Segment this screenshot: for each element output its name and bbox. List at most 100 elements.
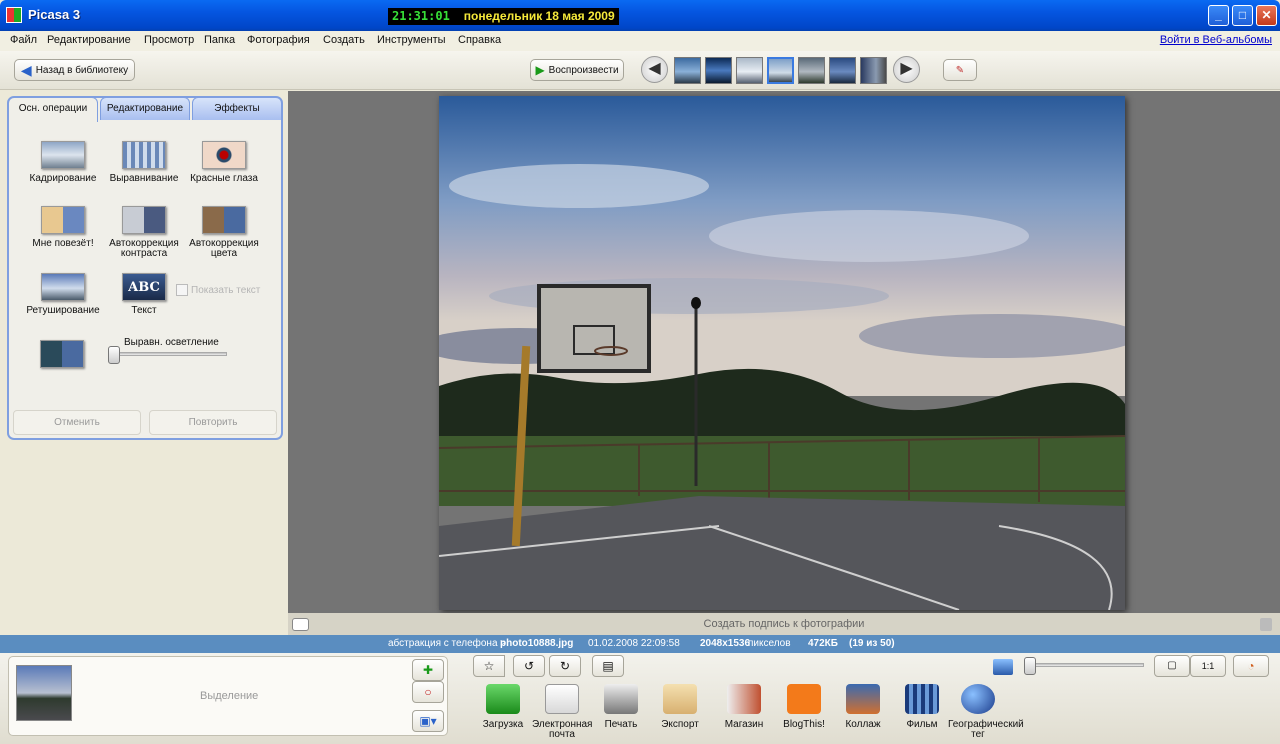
redo-button[interactable]: Повторить — [149, 410, 277, 435]
next-photo-arrow-icon[interactable]: ▶ — [893, 56, 920, 83]
blog-label: BlogThis! — [783, 719, 825, 730]
text-icon: ABC — [122, 273, 166, 301]
lucky-tool[interactable]: Мне повезёт! — [22, 206, 104, 249]
status-filesize: 472КБ — [808, 638, 838, 649]
album-menu-icon[interactable]: ▣▾ — [412, 710, 444, 732]
upload-action[interactable]: Загрузка — [473, 684, 533, 730]
hold-pin-icon[interactable]: ✚ — [412, 659, 444, 681]
export-action[interactable]: Экспорт — [650, 684, 710, 730]
clock-display: 21:31:01 понедельник 18 мая 2009 — [388, 8, 619, 25]
menu-tools[interactable]: Инструменты — [377, 34, 446, 46]
selection-thumbnail[interactable] — [16, 665, 72, 721]
collage-action[interactable]: Коллаж — [833, 684, 893, 730]
print-label: Печать — [604, 719, 638, 730]
status-bar: абстракция с телефона > photo10888.jpg 0… — [0, 635, 1280, 653]
geotag-action[interactable]: Географический тег — [948, 684, 1024, 740]
maximize-button[interactable]: □ — [1232, 5, 1253, 26]
crop-tool[interactable]: Кадрирование — [22, 141, 104, 184]
tab-tuning[interactable]: Редактирование — [100, 97, 190, 120]
movie-action[interactable]: Фильм — [892, 684, 952, 730]
rotate-left-icon[interactable]: ↺ — [513, 655, 545, 677]
slideshow-button[interactable]: ▶ Воспроизвести — [530, 59, 624, 81]
menu-picture[interactable]: Фотография — [247, 34, 310, 46]
tab-effects[interactable]: Эффекты — [192, 97, 282, 120]
collage-mini-icon[interactable]: ▤ — [592, 655, 624, 677]
retouch-label: Ретуширование — [26, 305, 100, 316]
fit-view-icon[interactable]: ▢ — [1154, 655, 1190, 677]
menu-view[interactable]: Просмотр — [144, 34, 194, 46]
zoom-icon — [993, 659, 1013, 675]
email-action[interactable]: Электронная почта — [532, 684, 592, 740]
web-albums-link[interactable]: Войти в Веб-альбомы — [1160, 34, 1272, 46]
status-date: 01.02.2008 22:09:58 — [588, 638, 680, 649]
email-label: Электронная почта — [532, 719, 593, 740]
straighten-tool[interactable]: Выравнивание — [102, 141, 186, 184]
color-wheel-icon[interactable]: ◔ — [1233, 655, 1269, 677]
export-label: Экспорт — [661, 719, 699, 730]
autocontrast-tool[interactable]: Автокоррекция контраста — [102, 206, 186, 259]
caption-input[interactable]: Создать подпись к фотографии — [704, 618, 865, 630]
folder-icon — [663, 684, 697, 714]
toolbar — [0, 51, 1280, 90]
google-earth-icon — [961, 684, 995, 714]
movie-label: Фильм — [906, 719, 938, 730]
filmstrip-thumb[interactable] — [860, 57, 887, 84]
minimize-button[interactable]: _ — [1208, 5, 1229, 26]
auto-contrast-icon — [122, 206, 166, 234]
collage-icon — [846, 684, 880, 714]
show-text-checkbox[interactable] — [176, 284, 188, 296]
print-action[interactable]: Печать — [591, 684, 651, 730]
fill-light-slider[interactable] — [109, 352, 227, 356]
autocolor-tool[interactable]: Автокоррекция цвета — [183, 206, 265, 259]
collage-label: Коллаж — [845, 719, 881, 730]
menu-file[interactable]: Файл — [10, 34, 37, 46]
zoom-slider-knob[interactable] — [1024, 657, 1036, 675]
fill-light-slider-knob[interactable] — [108, 346, 120, 364]
text-label: Текст — [131, 305, 157, 316]
previous-photo-arrow-icon[interactable]: ◀ — [641, 56, 668, 83]
menu-help[interactable]: Справка — [458, 34, 501, 46]
straighten-icon — [122, 141, 166, 169]
filmstrip-thumb-selected[interactable] — [767, 57, 794, 84]
back-to-library-button[interactable]: ◀ Назад в библиотеку — [14, 59, 135, 81]
status-dimensions: 2048x1536 — [700, 638, 751, 649]
caption-bar[interactable]: Создать подпись к фотографии — [288, 613, 1280, 635]
shop-action[interactable]: Магазин — [714, 684, 774, 730]
lucky-label: Мне повезёт! — [32, 238, 94, 249]
filmstrip-thumb[interactable] — [705, 57, 732, 84]
status-position: (19 из 50) — [849, 638, 895, 649]
menu-edit[interactable]: Редактирование — [47, 34, 131, 46]
undo-button[interactable]: Отменить — [13, 410, 141, 435]
blogthis-action[interactable]: BlogThis! — [774, 684, 834, 730]
filmstrip-thumb[interactable] — [674, 57, 701, 84]
status-path: абстракция с телефона > — [388, 638, 507, 649]
trash-icon[interactable] — [1260, 618, 1272, 631]
menu-folder[interactable]: Папка — [204, 34, 235, 46]
clear-selection-icon[interactable]: ○ — [412, 681, 444, 703]
text-tool[interactable]: ABC Текст — [102, 273, 186, 316]
retouch-icon — [41, 273, 85, 301]
filmstrip-thumb[interactable] — [736, 57, 763, 84]
tag-icon: ✎ — [955, 64, 965, 76]
status-dims-unit: пикселов — [748, 638, 791, 649]
show-text-label: Показать текст — [191, 285, 261, 296]
menu-create[interactable]: Создать — [323, 34, 365, 46]
actual-size-button[interactable]: 1:1 — [1190, 655, 1226, 677]
close-button[interactable]: ✕ — [1256, 5, 1277, 26]
filmstrip-thumb[interactable] — [829, 57, 856, 84]
retouch-tool[interactable]: Ретуширование — [22, 273, 104, 316]
auto-color-icon — [202, 206, 246, 234]
app-title: Picasa 3 — [28, 7, 81, 22]
redeye-label: Красные глаза — [190, 173, 258, 184]
zoom-slider[interactable] — [1030, 663, 1144, 667]
caption-icon[interactable] — [292, 618, 309, 631]
filmstrip-thumb[interactable] — [798, 57, 825, 84]
star-icon[interactable]: ☆ — [473, 655, 505, 677]
tab-basic-fixes[interactable]: Осн. операции — [8, 97, 98, 122]
fill-light-preview — [40, 340, 84, 373]
rotate-right-icon[interactable]: ↻ — [549, 655, 581, 677]
shop-icon — [727, 684, 761, 714]
lucky-icon — [41, 206, 85, 234]
redeye-tool[interactable]: Красные глаза — [183, 141, 265, 184]
tag-button[interactable]: ✎ — [943, 59, 977, 81]
